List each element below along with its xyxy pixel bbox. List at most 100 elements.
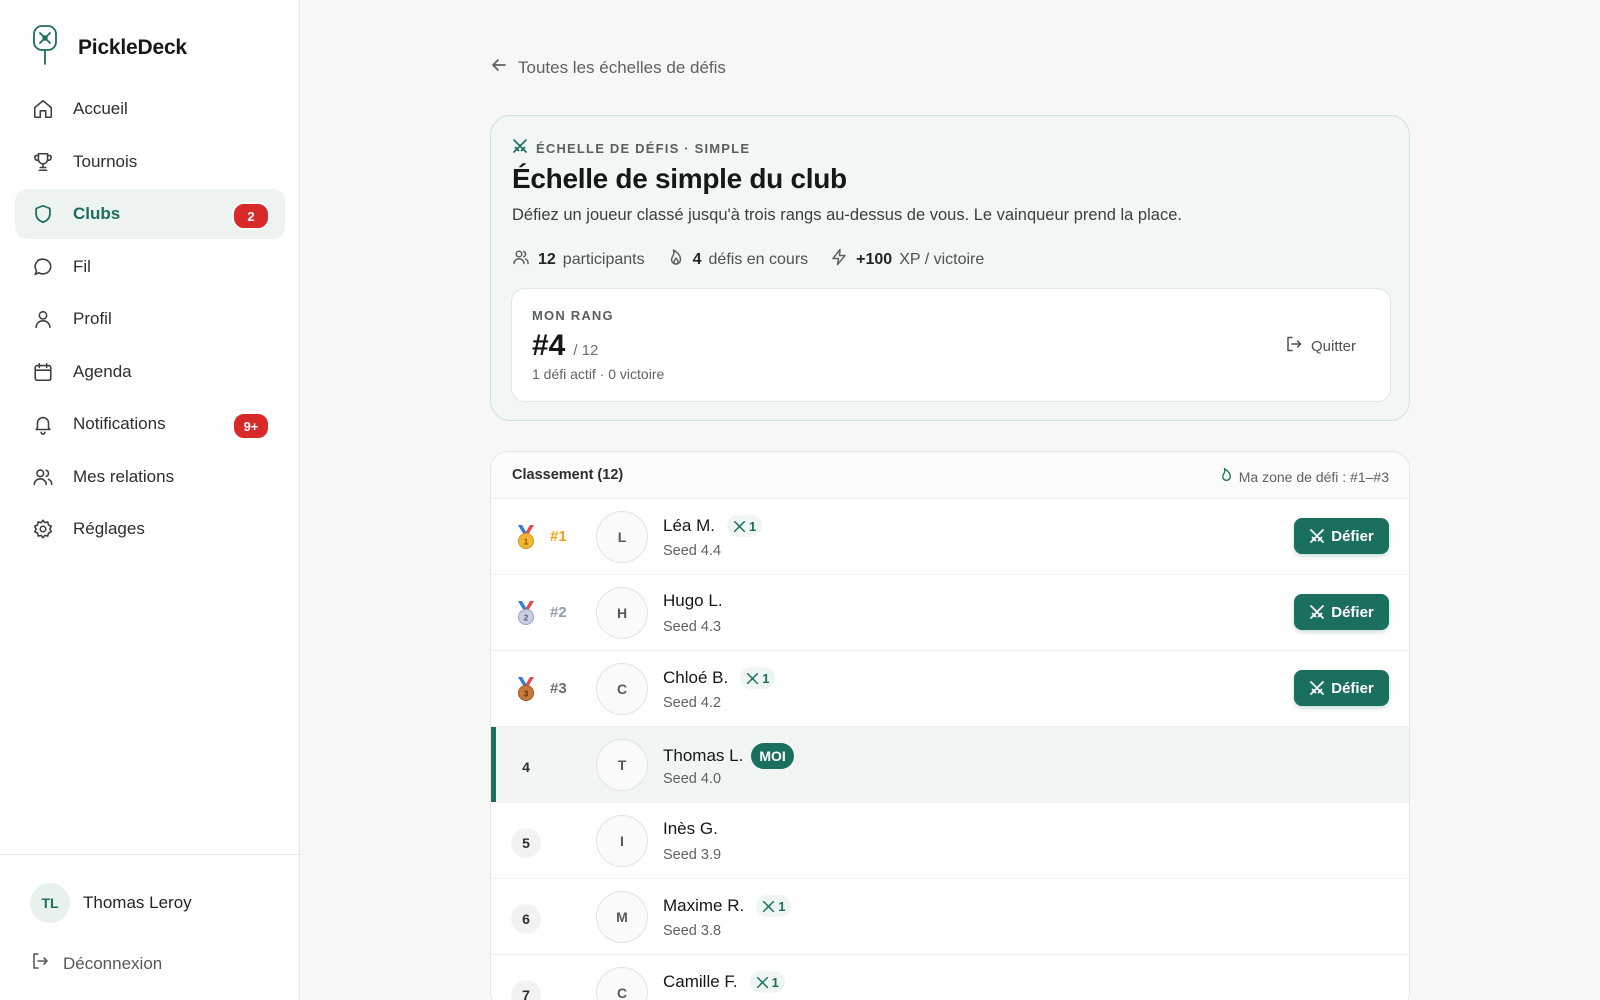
rank-label: #3 (550, 680, 567, 697)
trophy-icon (31, 150, 55, 174)
sidebar-nav: Accueil Tournois Clubs 2 Fil Profil Agen… (15, 84, 285, 557)
ladder-type-label: ÉCHELLE DE DÉFIS · SIMPLE (536, 141, 751, 156)
lightning-icon (830, 248, 848, 271)
wins-badge: 1 (756, 895, 792, 917)
challenge-button[interactable]: Défier (1294, 670, 1389, 706)
table-row: 2 #2 H Hugo L. Seed 4.3 Défier (491, 575, 1409, 651)
current-user[interactable]: TL Thomas Leroy (30, 883, 192, 923)
arrow-left-icon (490, 56, 508, 79)
avatar[interactable]: L (596, 511, 648, 563)
back-link[interactable]: Toutes les échelles de défis (490, 56, 726, 79)
player-name[interactable]: Hugo L. (663, 591, 723, 611)
player-seed: Seed 4.0 (663, 771, 722, 787)
challenge-label: Défier (1331, 679, 1374, 697)
player-seed: Seed 4.2 (663, 695, 722, 711)
sidebar-item-label: Fil (73, 256, 91, 276)
xp-value: +100 (856, 250, 893, 268)
sidebar-item-tournois[interactable]: Tournois (15, 137, 285, 187)
avatar[interactable]: M (596, 891, 648, 943)
player-name-line: Chloé B. 1 (663, 667, 776, 689)
ladder-stats: 12 participants 4 défis en cours +100 XP… (512, 248, 1006, 271)
users-icon (31, 465, 55, 489)
player-name[interactable]: Léa M. (663, 516, 715, 536)
sidebar-item-notifications[interactable]: Notifications 9+ (15, 399, 285, 449)
participants-count: 12 (538, 250, 556, 268)
my-rank-summary: 1 défi actif · 0 victoire (532, 366, 665, 382)
wins-count: 1 (778, 898, 786, 914)
sidebar-item-label: Réglages (73, 519, 145, 538)
stat-xp: +100 XP / victoire (830, 248, 984, 271)
challenge-zone-label: Ma zone de défi : #1–#3 (1238, 469, 1389, 485)
logout-button[interactable]: Déconnexion (30, 951, 162, 976)
player-name-line: Léa M. 1 (663, 515, 763, 537)
sidebar-item-label: Clubs (73, 204, 121, 223)
rank-label: 4 (522, 759, 530, 775)
avatar[interactable]: T (596, 739, 648, 791)
sidebar-item-profil[interactable]: Profil (15, 294, 285, 344)
table-row: 3 #3 C Chloé B. 1 Seed 4.2 Défier (491, 651, 1409, 727)
sidebar-item-agenda[interactable]: Agenda (15, 347, 285, 397)
my-rank-value: #4 (532, 329, 566, 362)
sidebar-item-label: Mes relations (73, 466, 175, 486)
crossed-swords-icon (512, 138, 528, 159)
player-name-line: Maxime R. 1 (663, 895, 792, 917)
sidebar-item-clubs[interactable]: Clubs 2 (15, 189, 285, 239)
participants-label: participants (562, 250, 645, 268)
gold-medal-icon: 1 (515, 524, 537, 550)
player-name[interactable]: Maxime R. (663, 896, 744, 916)
page-title: Échelle de simple du club (512, 163, 847, 194)
wins-count: 1 (771, 974, 779, 990)
wins-count: 1 (762, 670, 770, 686)
avatar[interactable]: H (596, 587, 648, 639)
silver-medal-icon: 2 (515, 600, 537, 626)
player-name-line: Hugo L. (663, 591, 723, 611)
rank-label: #2 (550, 604, 567, 621)
sidebar-item-mes-relations[interactable]: Mes relations (15, 452, 285, 502)
challenge-button[interactable]: Défier (1294, 518, 1389, 554)
logout-icon (1285, 335, 1303, 358)
clubs-count-badge: 2 (232, 202, 270, 230)
stat-challenges: 4 défis en cours (667, 248, 808, 271)
ladder-description: Défiez un joueur classé jusqu'à trois ra… (512, 206, 1182, 224)
sidebar-item-label: Agenda (73, 361, 132, 381)
chat-bubble-icon (31, 255, 55, 279)
flame-icon (667, 248, 685, 271)
sidebar-item-label: Profil (73, 309, 112, 328)
flame-icon (1219, 467, 1234, 487)
my-rank-total: / 12 (573, 342, 599, 359)
quit-ladder-button[interactable]: Quitter (1285, 335, 1356, 358)
calendar-icon (31, 360, 55, 384)
player-name[interactable]: Camille F. (663, 972, 738, 992)
avatar: TL (30, 883, 70, 923)
shield-icon (31, 202, 55, 226)
crossed-swords-icon (733, 520, 746, 532)
my-rank-value-line: #4 / 12 (532, 329, 598, 363)
avatar[interactable]: I (596, 815, 648, 867)
player-seed: Seed 3.9 (663, 847, 722, 863)
brand[interactable]: PickleDeck (30, 24, 187, 71)
back-link-label: Toutes les échelles de défis (518, 57, 726, 77)
player-name[interactable]: Inès G. (663, 819, 718, 839)
player-name[interactable]: Chloé B. (663, 668, 728, 688)
sidebar-item-label: Notifications (73, 414, 166, 433)
sidebar-item-accueil[interactable]: Accueil (15, 84, 285, 134)
quit-label: Quitter (1310, 338, 1356, 355)
avatar[interactable]: C (596, 663, 648, 715)
my-rank-label: MON RANG (532, 308, 614, 323)
stat-participants: 12 participants (512, 248, 645, 271)
users-icon (512, 248, 530, 271)
medal-number: 1 (524, 537, 529, 547)
home-icon (31, 97, 55, 121)
table-row-current-user: 4 T Thomas L. MOI Seed 4.0 (491, 727, 1409, 803)
sidebar: PickleDeck Accueil Tournois Clubs 2 Fil … (0, 0, 300, 1000)
medal-number: 2 (524, 613, 529, 623)
player-name[interactable]: Thomas L. (663, 746, 743, 766)
challenge-button[interactable]: Défier (1294, 594, 1389, 630)
gear-icon (31, 517, 55, 541)
player-seed: Seed 3.8 (663, 923, 722, 939)
avatar[interactable]: C (596, 967, 648, 1000)
sidebar-item-fil[interactable]: Fil (15, 242, 285, 292)
sidebar-item-reglages[interactable]: Réglages (15, 504, 285, 554)
player-seed: Seed 4.4 (663, 543, 722, 559)
rank-label: 7 (511, 980, 541, 1000)
